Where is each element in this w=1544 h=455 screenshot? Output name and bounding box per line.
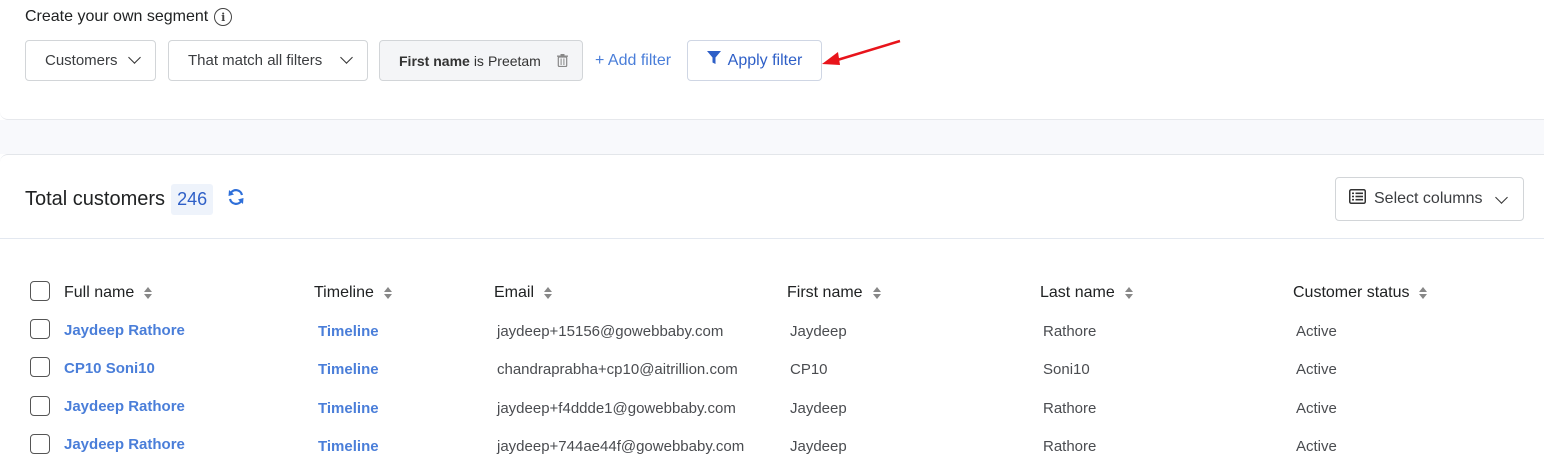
chevron-down-icon [1495, 191, 1508, 204]
apply-filter-button[interactable]: Apply filter [687, 40, 822, 81]
segment-title-text: Create your own segment [25, 8, 209, 25]
annotation-arrow-icon [822, 39, 901, 65]
column-header-last-name[interactable]: Last name [1040, 284, 1133, 302]
columns-list-icon [1349, 189, 1366, 209]
last-name-cell: Rathore [1043, 400, 1097, 417]
row-checkbox[interactable] [30, 434, 50, 454]
customer-name-link[interactable]: CP10 Soni10 [64, 360, 155, 377]
row-checkbox[interactable] [30, 396, 50, 416]
chevron-down-icon [340, 51, 353, 64]
sort-icon[interactable] [872, 287, 881, 299]
last-name-cell: Rathore [1043, 323, 1097, 340]
customer-name-link[interactable]: Jaydeep Rathore [64, 322, 185, 339]
timeline-link[interactable]: Timeline [318, 438, 379, 455]
entity-dropdown-value: Customers [45, 52, 118, 69]
status-cell: Active [1296, 361, 1337, 378]
column-header-timeline[interactable]: Timeline [314, 284, 392, 302]
timeline-link[interactable]: Timeline [318, 400, 379, 417]
total-customers-count: 246 [171, 184, 214, 215]
first-name-cell: Jaydeep [790, 438, 847, 455]
row-checkbox[interactable] [30, 357, 50, 377]
section-gap [0, 120, 1544, 154]
column-header-first-name[interactable]: First name [787, 284, 881, 302]
match-mode-value: That match all filters [188, 52, 323, 69]
email-cell: jaydeep+15156@gowebbaby.com [497, 323, 724, 340]
timeline-link[interactable]: Timeline [318, 323, 379, 340]
header-divider [0, 238, 1544, 239]
first-name-cell: Jaydeep [790, 400, 847, 417]
column-header-label: Full name [64, 284, 135, 301]
filter-chip-field: First name [399, 52, 470, 69]
match-mode-dropdown[interactable]: That match all filters [168, 40, 368, 81]
add-filter-link[interactable]: + Add filter [595, 52, 671, 70]
filter-chip-operator: is [473, 52, 484, 69]
first-name-cell: CP10 [790, 361, 828, 378]
sort-icon[interactable] [144, 287, 153, 299]
column-header-label: Customer status [1293, 284, 1410, 301]
select-all-checkbox[interactable] [30, 281, 50, 301]
last-name-cell: Rathore [1043, 438, 1097, 455]
customer-name-link[interactable]: Jaydeep Rathore [64, 436, 185, 453]
column-header-email[interactable]: Email [494, 284, 553, 302]
select-columns-label: Select columns [1374, 190, 1483, 207]
apply-filter-label: Apply filter [727, 51, 803, 69]
status-cell: Active [1296, 400, 1337, 417]
timeline-link[interactable]: Timeline [318, 361, 379, 378]
trash-icon[interactable] [556, 54, 568, 67]
column-header-label: Timeline [314, 284, 374, 301]
filter-chip-value: Preetam [487, 52, 541, 69]
total-customers-header: Total customers 246 [25, 184, 245, 215]
column-header-full-name[interactable]: Full name [64, 284, 153, 302]
entity-dropdown[interactable]: Customers [25, 40, 156, 81]
total-customers-label: Total customers [25, 188, 166, 210]
last-name-cell: Soni10 [1043, 361, 1090, 378]
customer-name-link[interactable]: Jaydeep Rathore [64, 398, 185, 415]
info-icon[interactable]: i [214, 8, 233, 26]
segment-title: Create your own segment i [25, 8, 233, 26]
refresh-icon[interactable] [227, 188, 245, 211]
first-name-cell: Jaydeep [790, 323, 847, 340]
sort-icon[interactable] [383, 287, 392, 299]
filter-chip[interactable]: First name is Preetam [379, 40, 583, 81]
select-columns-dropdown[interactable]: Select columns [1335, 177, 1524, 221]
chevron-down-icon [128, 51, 141, 64]
column-header-label: Email [494, 284, 535, 301]
sort-icon[interactable] [1419, 287, 1428, 299]
filter-funnel-icon [706, 51, 721, 70]
column-header-label: First name [787, 284, 863, 301]
email-cell: chandraprabha+cp10@aitrillion.com [497, 361, 738, 378]
row-checkbox[interactable] [30, 319, 50, 339]
sort-icon[interactable] [1124, 287, 1133, 299]
column-header-customer-status[interactable]: Customer status [1293, 284, 1428, 302]
sort-icon[interactable] [544, 287, 553, 299]
segment-builder-card: Create your own segment i Customers That… [0, 0, 1544, 120]
email-cell: jaydeep+744ae44f@gowebbaby.com [497, 438, 745, 455]
status-cell: Active [1296, 323, 1337, 340]
email-cell: jaydeep+f4ddde1@gowebbaby.com [497, 400, 736, 417]
column-header-label: Last name [1040, 284, 1115, 301]
status-cell: Active [1296, 438, 1337, 455]
